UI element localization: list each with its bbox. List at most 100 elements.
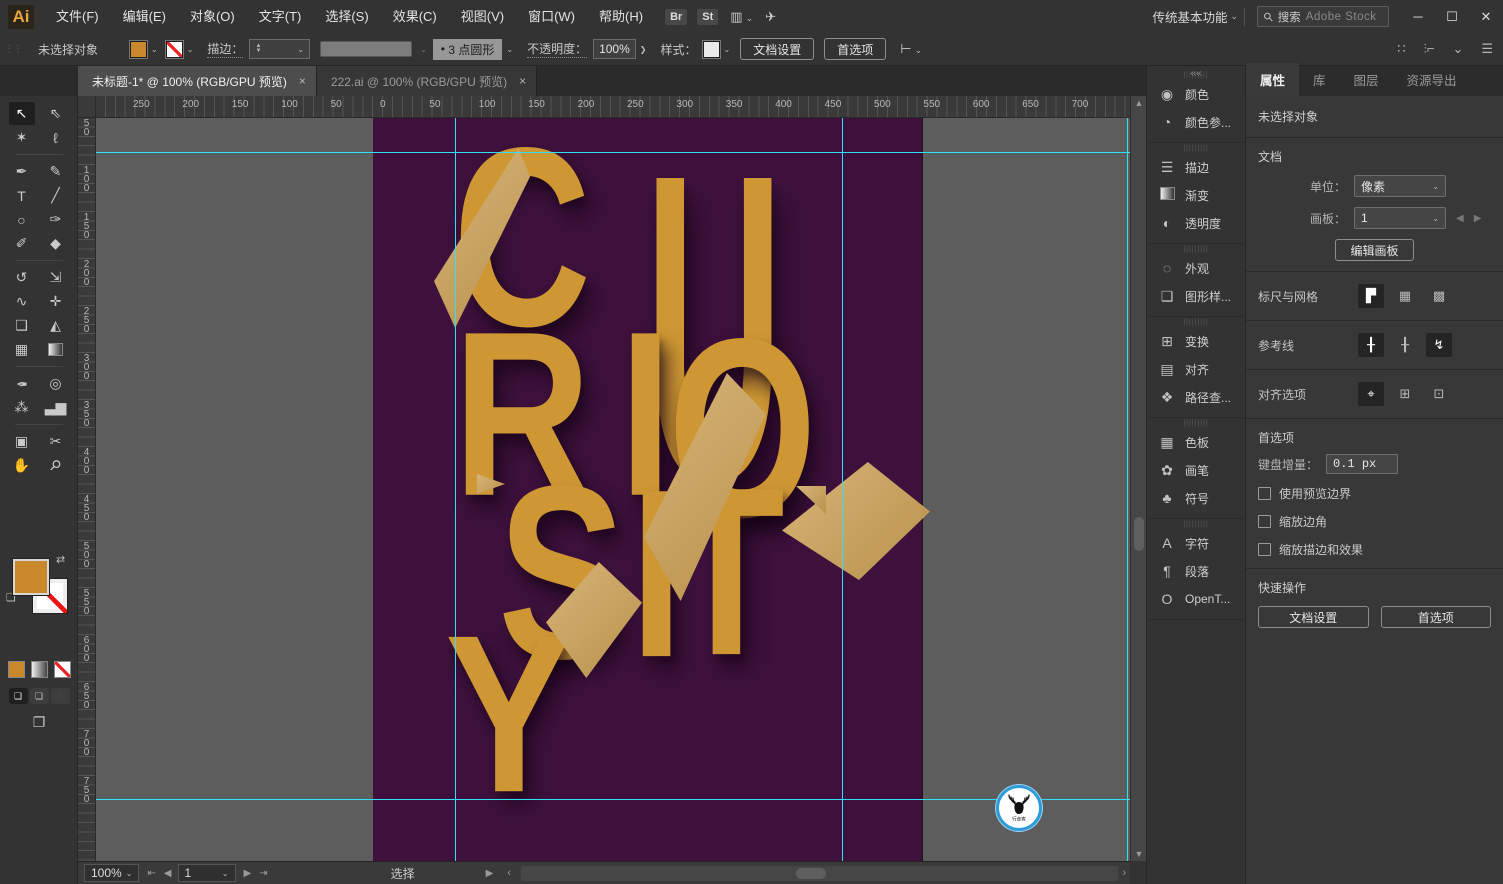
properties-tab-2[interactable]: 图层 bbox=[1340, 63, 1393, 96]
gradient-button[interactable] bbox=[30, 661, 48, 678]
dock-item-align-panel[interactable]: ▤ 对齐 bbox=[1147, 355, 1245, 383]
align-options-icon[interactable]: ⊢ ⌄ bbox=[900, 41, 922, 57]
dock-item-appearance-panel[interactable]: ◌ 外观 bbox=[1147, 254, 1245, 282]
dock-item-pathfinder-panel[interactable]: ❖ 路径查... bbox=[1147, 383, 1245, 411]
eraser-tool[interactable]: ◆ bbox=[43, 232, 69, 255]
checkbox-0[interactable] bbox=[1258, 487, 1271, 500]
menu-item-5[interactable]: 效果(C) bbox=[381, 0, 449, 33]
last-artboard-icon[interactable]: ⇥ bbox=[259, 868, 267, 879]
prev-artboard-arrow-icon[interactable]: ◀ bbox=[1456, 213, 1464, 224]
artboard-select[interactable]: 1 ⌄ bbox=[1354, 207, 1446, 229]
zoom-level-select[interactable]: 100% ⌄ bbox=[84, 864, 140, 882]
logo-sticker[interactable]: 行走客 bbox=[996, 785, 1042, 831]
menu-item-7[interactable]: 窗口(W) bbox=[516, 0, 587, 33]
dock-item-gradient-panel[interactable]: 渐变 bbox=[1147, 181, 1245, 209]
slice-tool[interactable]: ✂ bbox=[43, 430, 69, 453]
scroll-up-icon[interactable]: ▲ bbox=[1131, 98, 1147, 108]
bridge-button[interactable]: Br bbox=[665, 8, 688, 25]
dock-item-stroke-panel[interactable]: ☰ 描边 bbox=[1147, 153, 1245, 181]
arrange-documents-icon[interactable]: ▥ ⌄ bbox=[730, 9, 753, 25]
dock-item-transform-panel[interactable]: ⊞ 变换 bbox=[1147, 327, 1245, 355]
blend-tool[interactable]: ◎ bbox=[43, 372, 69, 395]
menu-item-4[interactable]: 选择(S) bbox=[313, 0, 380, 33]
mesh-tool[interactable]: ▦ bbox=[9, 338, 35, 361]
menu-item-6[interactable]: 视图(V) bbox=[449, 0, 516, 33]
eyedropper-tool[interactable]: ✒ bbox=[9, 372, 35, 395]
menu-item-8[interactable]: 帮助(H) bbox=[587, 0, 655, 33]
line-segment-tool[interactable]: ╱ bbox=[43, 184, 69, 207]
horizontal-scroll-thumb[interactable] bbox=[795, 867, 826, 879]
minimize-button[interactable]: ─ bbox=[1401, 3, 1435, 31]
stroke-weight-label[interactable]: 描边： bbox=[207, 40, 244, 58]
menu-item-0[interactable]: 文件(F) bbox=[44, 0, 111, 33]
horizontal-guide-0[interactable] bbox=[96, 152, 1130, 153]
canvas[interactable]: CURIOSITY 行走客 bbox=[96, 118, 1130, 861]
lasso-tool[interactable]: ℓ bbox=[43, 126, 69, 149]
first-artboard-icon[interactable]: ⇤ bbox=[147, 868, 155, 879]
pen-tool[interactable]: ✒ bbox=[9, 160, 35, 183]
smart-guides-toggle[interactable]: ↯ bbox=[1426, 333, 1452, 357]
vertical-guide-2[interactable] bbox=[455, 118, 456, 861]
puppet-warp-tool[interactable]: ✛ bbox=[43, 290, 69, 313]
hand-tool[interactable]: ✋ bbox=[9, 454, 35, 477]
dock-group-grip[interactable]: ||||||||| bbox=[1147, 145, 1245, 153]
gradient-tool[interactable] bbox=[43, 338, 69, 361]
style-swatch[interactable] bbox=[701, 39, 721, 59]
transparency-grid-toggle[interactable]: ▩ bbox=[1426, 284, 1452, 308]
tab-close-icon[interactable]: × bbox=[519, 74, 526, 88]
keyboard-increment-field[interactable]: 0.1 px bbox=[1326, 454, 1399, 474]
opacity-field[interactable]: 100% bbox=[593, 39, 636, 59]
artboard-number-select[interactable]: 1 ⌄ bbox=[177, 864, 236, 882]
preferences-button[interactable]: 首选项 bbox=[824, 38, 887, 60]
dock-item-transparency-panel[interactable]: ◐ 透明度 bbox=[1147, 209, 1245, 237]
curvature-tool[interactable]: ✎ bbox=[43, 160, 69, 183]
width-tool[interactable]: ∿ bbox=[9, 290, 35, 313]
stroke-color-swatch[interactable] bbox=[164, 39, 184, 59]
selection-tool[interactable]: ↖ bbox=[8, 102, 35, 125]
expand-panels-icon[interactable]: «« bbox=[1146, 66, 1246, 82]
panel-menu-icon[interactable]: ☰ bbox=[1481, 41, 1493, 57]
zoom-tool[interactable]: ⚲ bbox=[43, 454, 69, 477]
menu-item-1[interactable]: 编辑(E) bbox=[111, 0, 178, 33]
vertical-guide-3[interactable] bbox=[842, 118, 843, 861]
search-input[interactable]: ⚲ 搜索 Adobe Stock bbox=[1257, 6, 1389, 27]
properties-tab-1[interactable]: 库 bbox=[1299, 63, 1340, 96]
dock-item-brushes-panel[interactable]: ✿ 画笔 bbox=[1147, 456, 1245, 484]
swap-fill-stroke-icon[interactable]: ⇄ bbox=[56, 553, 65, 566]
document-setup-button[interactable]: 文档设置 bbox=[740, 38, 815, 60]
dock-item-graphic-styles-panel[interactable]: ❏ 图形样... bbox=[1147, 282, 1245, 310]
type-tool[interactable]: T bbox=[9, 184, 35, 207]
grid-snap-icon[interactable]: ∷ bbox=[1397, 41, 1405, 57]
poster-letter-Y[interactable]: Y bbox=[445, 602, 573, 826]
snap-pixel-toggle[interactable]: ⊡ bbox=[1426, 382, 1452, 406]
workspace-switcher[interactable]: 传统基本功能 bbox=[1152, 7, 1227, 26]
fill-color-swatch[interactable] bbox=[129, 39, 149, 59]
unit-select[interactable]: 像素 ⌄ bbox=[1354, 175, 1446, 197]
none-button[interactable] bbox=[53, 661, 71, 678]
checkbox-1[interactable] bbox=[1258, 515, 1271, 528]
snap-point-toggle[interactable]: ⌖ bbox=[1358, 382, 1384, 406]
dock-item-character-panel[interactable]: A 字符 bbox=[1147, 529, 1245, 557]
dock-group-grip[interactable]: ||||||||| bbox=[1147, 521, 1245, 529]
magic-wand-tool[interactable]: ✶ bbox=[9, 126, 35, 149]
next-artboard-icon[interactable]: ▶ bbox=[244, 868, 252, 879]
vertical-scrollbar[interactable]: ▲ ▼ bbox=[1130, 96, 1146, 861]
ellipse-tool[interactable]: ○ bbox=[9, 208, 35, 231]
stroke-profile-select[interactable] bbox=[320, 41, 413, 57]
share-icon[interactable]: ✈ bbox=[765, 9, 776, 25]
checkbox-2[interactable] bbox=[1258, 543, 1271, 556]
draw-behind-button[interactable]: ❏ bbox=[29, 688, 49, 704]
grid-toggle[interactable]: ▦ bbox=[1392, 284, 1418, 308]
guides-toggle[interactable]: ╂ bbox=[1358, 333, 1384, 357]
rulers-toggle[interactable]: ▛ bbox=[1358, 284, 1384, 308]
column-graph-tool[interactable]: ▃▆ bbox=[43, 396, 69, 419]
lock-guides-toggle[interactable]: ╂ bbox=[1392, 333, 1418, 357]
quick-action-document-setup[interactable]: 文档设置 bbox=[1258, 606, 1369, 628]
perspective-grid-tool[interactable]: ◭ bbox=[43, 314, 69, 337]
prev-artboard-icon[interactable]: ◀ bbox=[164, 868, 172, 879]
draw-inside-button[interactable]: ◌ bbox=[50, 688, 70, 704]
vertical-ruler[interactable]: 50 100 150 200 250 300 350 400 450 500 550 600 650 70… bbox=[78, 118, 96, 861]
menu-item-2[interactable]: 对象(O) bbox=[178, 0, 247, 33]
draw-normal-button[interactable]: ❏ bbox=[8, 688, 28, 704]
artboard-tool[interactable]: ▣ bbox=[9, 430, 35, 453]
